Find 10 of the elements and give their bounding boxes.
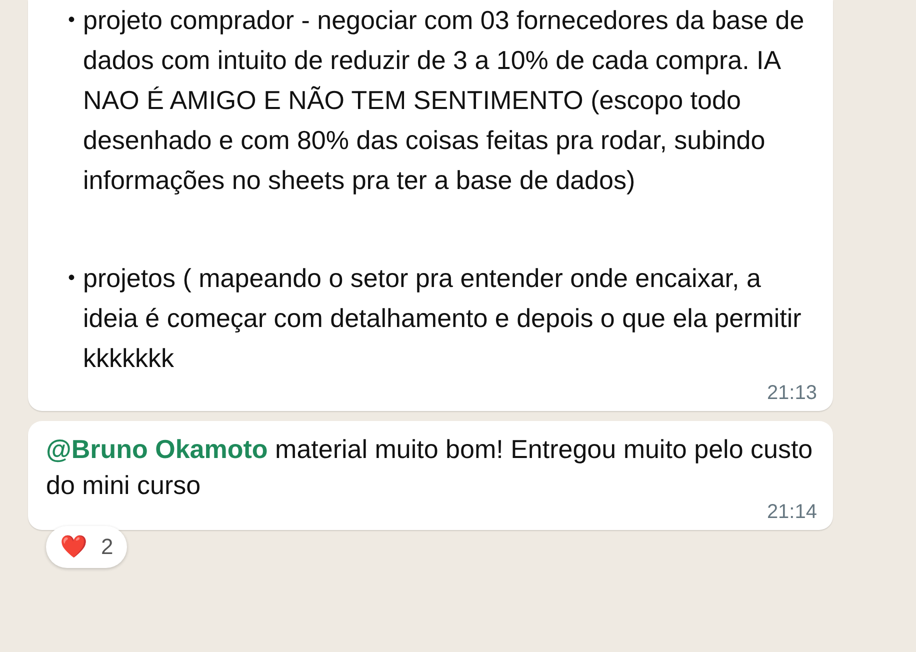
message-text: projetos ( mapeando o setor pra entender onde encaixar, a ideia é começar com detalhamento e depois o que ela permitir kkkkkkk xyxy=(83,262,802,375)
bullet-mark: • xyxy=(68,266,76,291)
message-time: 21:13 xyxy=(766,382,817,405)
heart-emoji: ❤ xyxy=(60,534,87,560)
bullet-mark: • xyxy=(68,8,76,33)
message-text: @Bruno Okamoto material muito bom! Entregou muito pelo custo do mini curso xyxy=(46,433,814,502)
reaction-count: 2 xyxy=(101,534,114,560)
message-time: 21:14 xyxy=(766,501,817,524)
reaction-badge[interactable]: ❤ 2 xyxy=(46,526,128,568)
message-text: projeto comprador - negociar com 03 fornecedores da base de dados com intuito de reduzir de 3 a 10% de cada compra. IA NAO É AMIGO E NÃO TEM SENTIMENTO (escopo todo desenhado e com 80% das coisas feitas pra rodar, subindo informações no sheets pra ter a base de dados) xyxy=(83,4,806,197)
